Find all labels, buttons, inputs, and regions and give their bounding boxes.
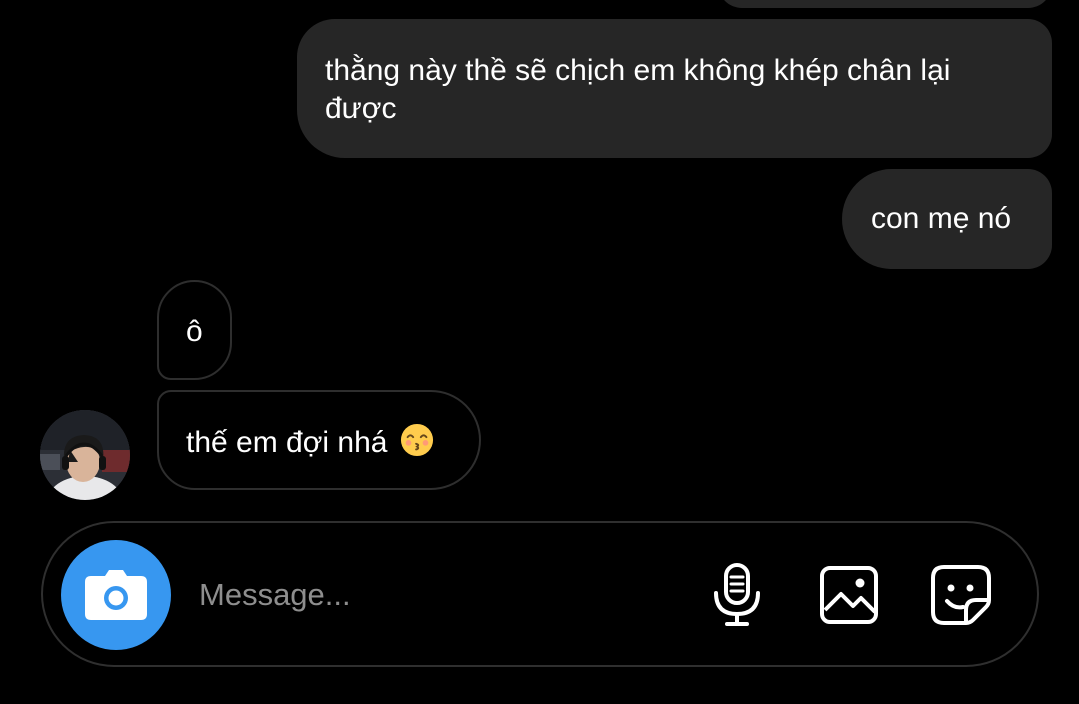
message-bubble-received[interactable]: ô xyxy=(157,280,232,380)
message-bubble-sent[interactable]: con mẹ nó xyxy=(842,169,1052,269)
voice-message-button[interactable] xyxy=(705,563,769,627)
microphone-icon xyxy=(714,563,760,626)
avatar-photo xyxy=(40,410,130,500)
message-bubble-previous[interactable] xyxy=(718,0,1052,8)
sticker-icon xyxy=(931,565,991,625)
image-icon xyxy=(820,566,878,624)
message-composer xyxy=(41,521,1039,667)
kissing-face-emoji-icon xyxy=(400,423,433,457)
camera-icon xyxy=(85,570,147,620)
contact-avatar[interactable] xyxy=(40,410,130,500)
message-text: thằng này thề sẽ chịch em không khép châ… xyxy=(325,54,951,125)
message-bubble-received[interactable]: thế em đợi nhá xyxy=(157,390,481,490)
message-text: ô xyxy=(186,315,203,348)
gallery-button[interactable] xyxy=(817,563,881,627)
camera-button[interactable] xyxy=(61,540,171,650)
message-input[interactable] xyxy=(199,567,679,623)
message-thread: thằng này thề sẽ chịch em không khép châ… xyxy=(0,0,1079,520)
message-text: con mẹ nó xyxy=(871,202,1012,235)
message-text: thế em đợi nhá xyxy=(186,426,388,459)
sticker-button[interactable] xyxy=(929,563,993,627)
message-bubble-sent[interactable]: thằng này thề sẽ chịch em không khép châ… xyxy=(297,19,1052,158)
